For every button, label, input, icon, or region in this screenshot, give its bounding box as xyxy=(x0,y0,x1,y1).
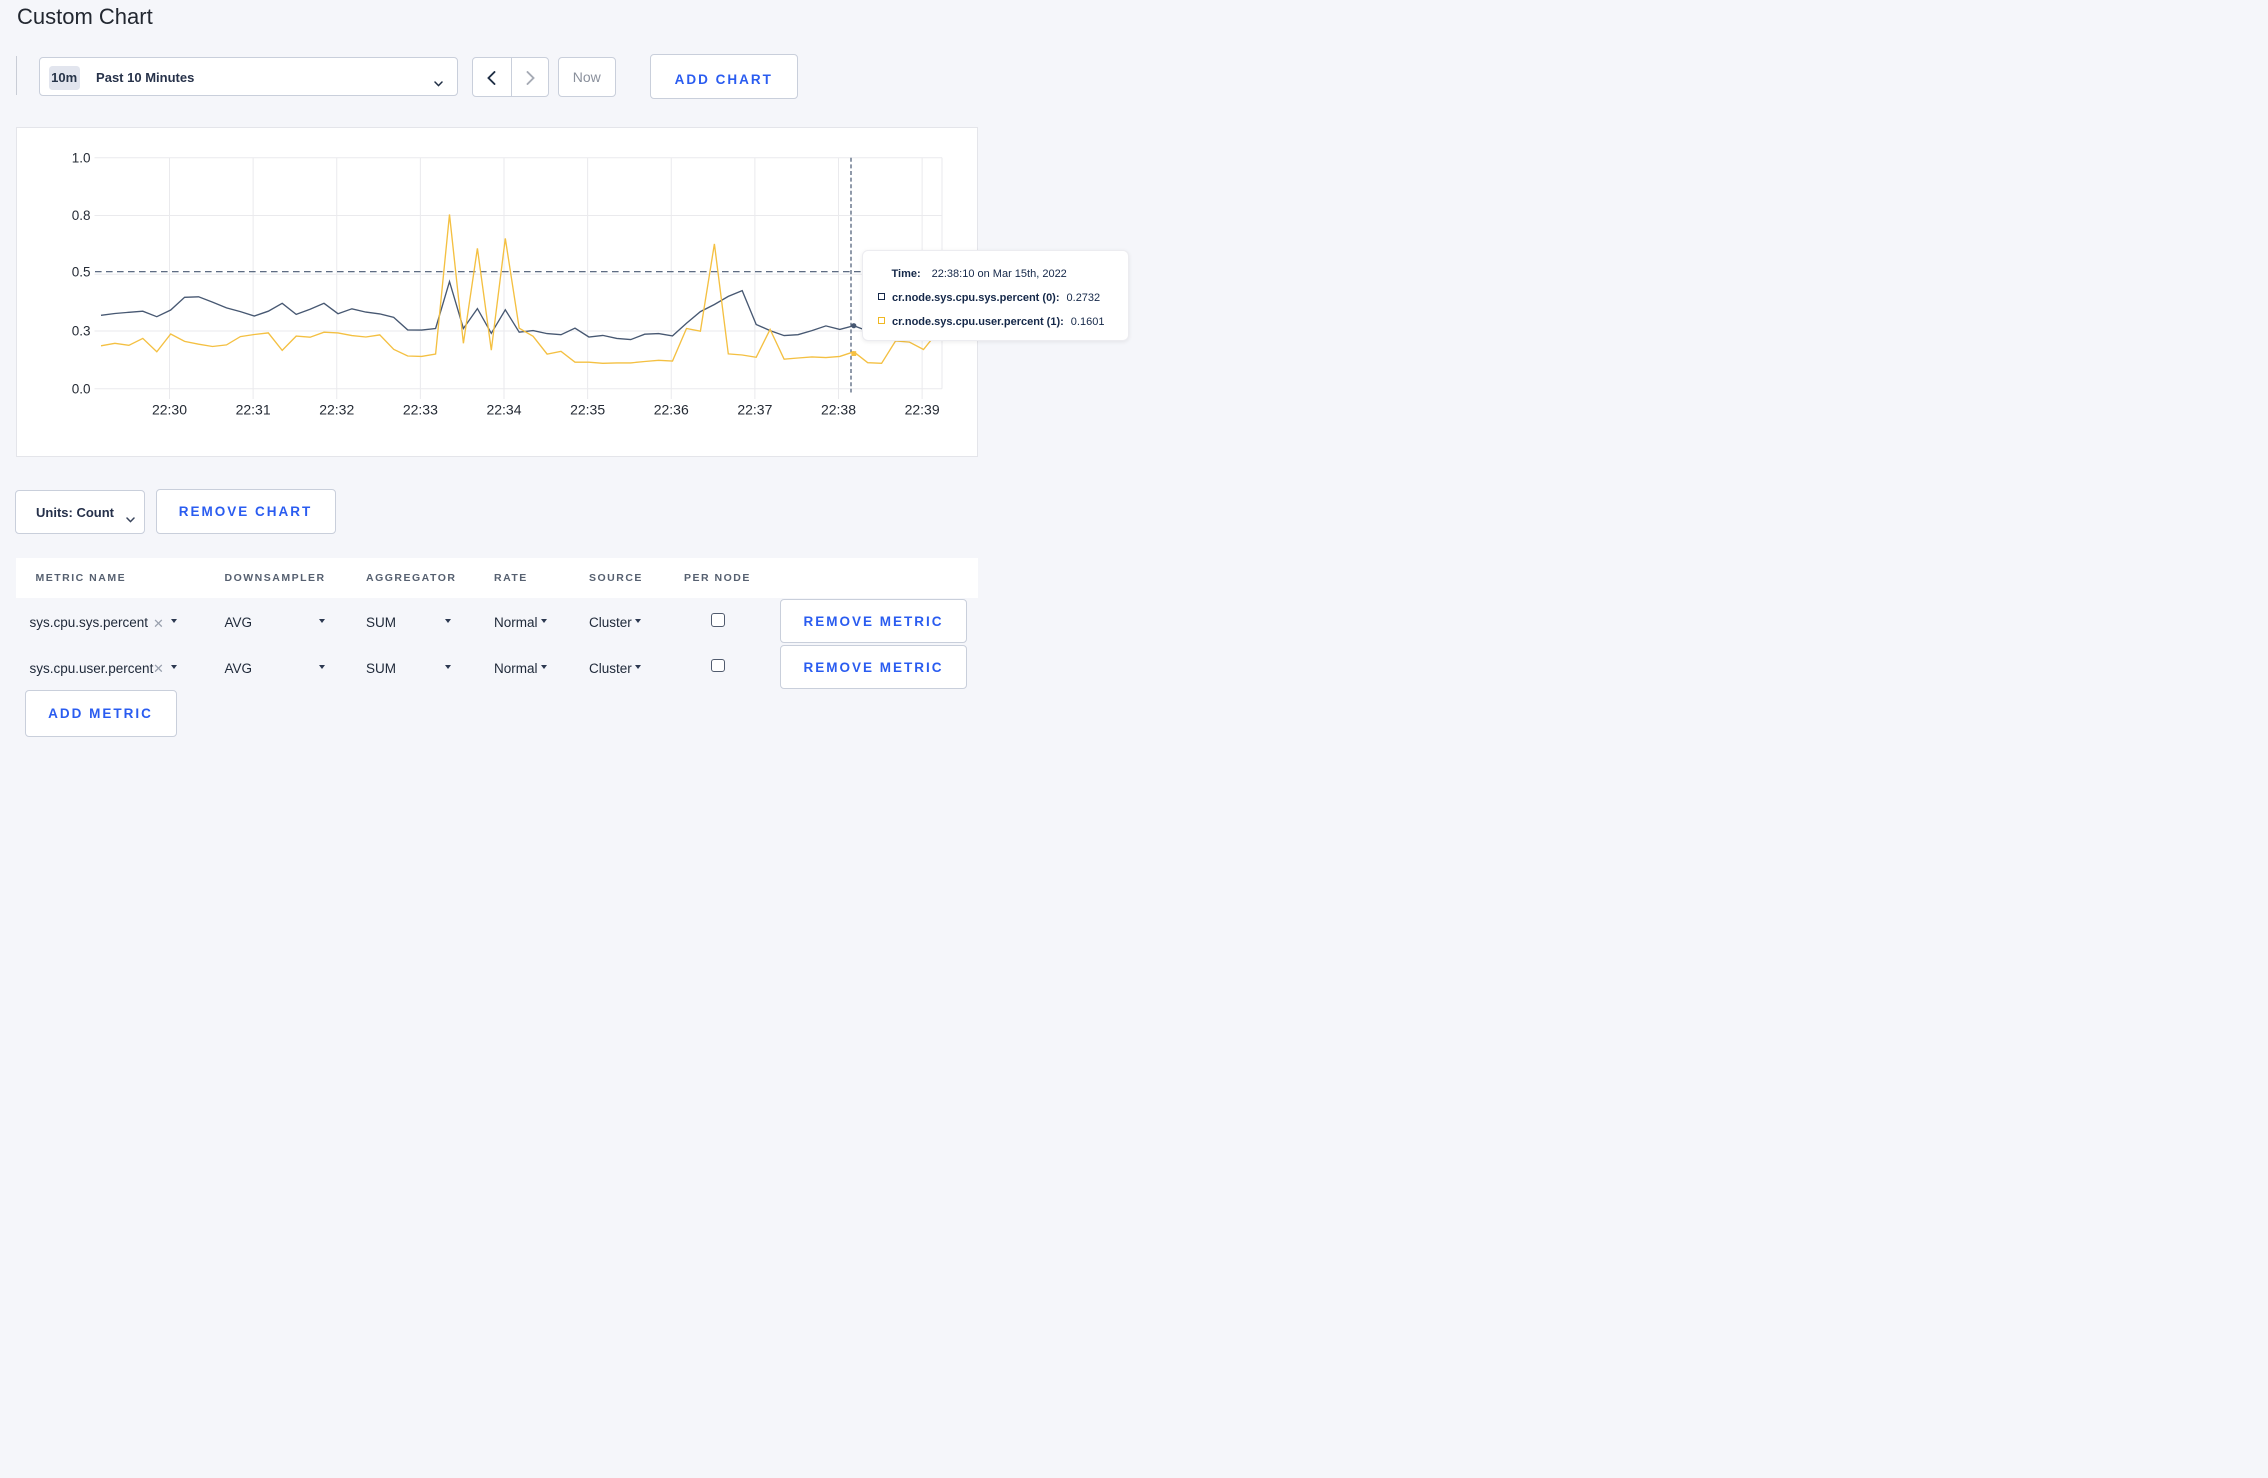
svg-text:22:35: 22:35 xyxy=(570,402,605,418)
svg-text:22:31: 22:31 xyxy=(236,402,271,418)
svg-text:0.0: 0.0 xyxy=(72,381,91,396)
svg-text:0.8: 0.8 xyxy=(72,208,91,223)
svg-text:22:32: 22:32 xyxy=(319,402,354,418)
svg-text:0.5: 0.5 xyxy=(72,265,91,280)
svg-text:22:38: 22:38 xyxy=(821,402,856,418)
svg-text:0.3: 0.3 xyxy=(72,324,91,339)
svg-text:22:34: 22:34 xyxy=(486,402,521,418)
svg-text:22:36: 22:36 xyxy=(654,402,689,418)
svg-text:22:30: 22:30 xyxy=(152,402,187,418)
svg-text:22:37: 22:37 xyxy=(737,402,772,418)
svg-text:22:39: 22:39 xyxy=(905,402,940,418)
svg-text:22:33: 22:33 xyxy=(403,402,438,418)
svg-text:1.0: 1.0 xyxy=(72,151,91,166)
